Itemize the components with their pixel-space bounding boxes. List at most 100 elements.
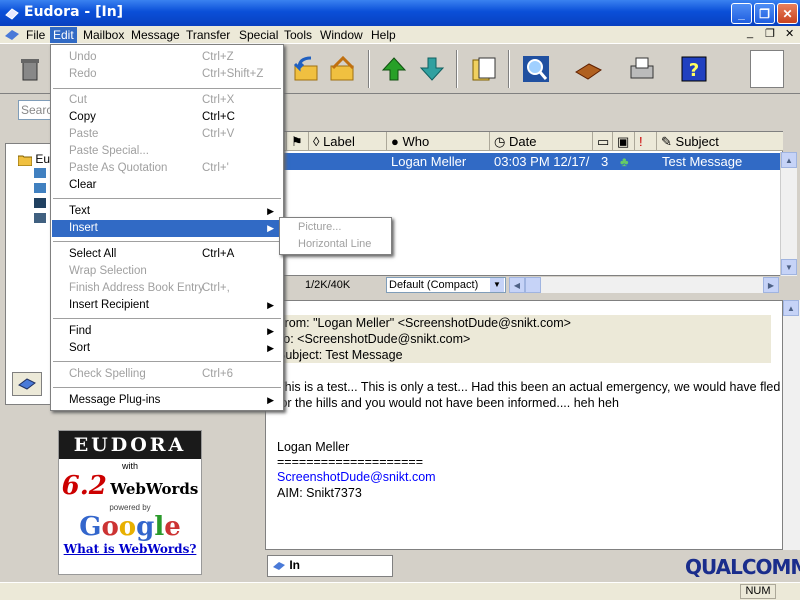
col-size[interactable]: ▭: [593, 132, 613, 151]
table-row[interactable]: Logan Meller 03:03 PM 12/17/ 3 ♣ Test Me…: [266, 153, 780, 170]
webwords-ad[interactable]: EUDORA with 6.2 WebWords powered by Goog…: [58, 430, 202, 575]
menu-item-find[interactable]: Find ▶: [52, 323, 282, 340]
menu-item-finish-address[interactable]: Finish Address Book Entry Ctrl+,: [52, 280, 282, 297]
pencil-icon: ✎: [661, 134, 672, 149]
signature-email-link[interactable]: ScreenshotDude@snikt.com: [277, 470, 436, 484]
attach-button[interactable]: [466, 50, 502, 88]
menu-item-message-plugins[interactable]: Message Plug-ins ▶: [52, 392, 282, 409]
ad-powered-by: powered by: [109, 503, 151, 512]
scroll-down-button[interactable]: ▼: [781, 259, 797, 275]
print-button[interactable]: [624, 50, 660, 88]
chevron-down-icon[interactable]: ▼: [490, 278, 504, 292]
menu-item-clear[interactable]: Clear: [52, 177, 282, 194]
redo-label: Redo: [69, 68, 97, 80]
mailbox-icon: [273, 561, 285, 570]
menu-separator: [53, 198, 281, 199]
mailbox-icons[interactable]: [30, 166, 48, 226]
what-is-webwords-link[interactable]: What is WebWords?: [59, 542, 201, 556]
menu-item-insert[interactable]: Insert ▶: [52, 220, 282, 237]
col-who[interactable]: ● Who: [387, 132, 490, 151]
col-attachment[interactable]: ⚑: [287, 132, 309, 151]
menu-item-cut[interactable]: Cut Ctrl+X: [52, 92, 282, 109]
menu-message[interactable]: Message: [128, 27, 183, 43]
col-date[interactable]: ◷ Date: [490, 132, 593, 151]
scroll-up-button[interactable]: ▲: [781, 152, 797, 168]
mdi-document-icon[interactable]: [4, 28, 20, 42]
menu-file[interactable]: File: [23, 27, 48, 43]
cut-label: Cut: [69, 94, 87, 106]
menu-window[interactable]: Window: [317, 27, 366, 43]
eudora-app-icon[interactable]: [4, 5, 20, 21]
mailbox-tab-in[interactable]: In: [267, 555, 393, 577]
menu-item-select-all[interactable]: Select All Ctrl+A: [52, 246, 282, 263]
menu-item-undo[interactable]: Undo Ctrl+Z: [52, 49, 282, 66]
message-subject: Test Message: [662, 154, 743, 169]
menu-item-sort[interactable]: Sort ▶: [52, 340, 282, 357]
menu-tools[interactable]: Tools: [281, 27, 315, 43]
message-plugins-label: Message Plug-ins: [69, 394, 161, 406]
submenu-item-horizontal-line[interactable]: Horizontal Line: [298, 238, 371, 250]
menu-item-paste-quotation[interactable]: Paste As Quotation Ctrl+': [52, 160, 282, 177]
menu-item-copy[interactable]: Copy Ctrl+C: [52, 109, 282, 126]
menu-item-insert-recipient[interactable]: Insert Recipient ▶: [52, 297, 282, 314]
preview-vertical-scrollbar[interactable]: ▲: [783, 300, 800, 550]
select-all-label: Select All: [69, 248, 117, 260]
maximize-button[interactable]: ❐: [754, 3, 775, 24]
header-to: To: <ScreenshotDude@snikt.com>: [277, 332, 471, 346]
menu-transfer[interactable]: Transfer: [183, 27, 233, 43]
mdi-close-button[interactable]: ✕: [785, 27, 794, 40]
menu-item-check-spelling[interactable]: Check Spelling Ctrl+6: [52, 366, 282, 383]
reply-all-button[interactable]: [324, 50, 360, 88]
signature-aim: AIM: Snikt7373: [277, 486, 362, 500]
next-message-button[interactable]: [414, 50, 450, 88]
col-label[interactable]: ◊ Label: [309, 132, 387, 151]
col-priority[interactable]: !: [635, 132, 657, 151]
finish-address-label: Finish Address Book Entry: [69, 282, 204, 294]
close-button[interactable]: ✕: [777, 3, 798, 24]
submenu-arrow-icon: ▶: [267, 395, 274, 405]
find-button[interactable]: [518, 50, 554, 88]
menu-separator: [53, 361, 281, 362]
menu-special[interactable]: Special: [236, 27, 281, 43]
col-subject[interactable]: ✎ Subject: [657, 132, 783, 151]
cut-shortcut: Ctrl+X: [202, 94, 235, 106]
body-line-2: for the hills and you would not have bee…: [277, 396, 619, 410]
submenu-arrow-icon: ▶: [267, 343, 274, 353]
menu-edit[interactable]: Edit: [50, 27, 77, 43]
menu-item-text[interactable]: Text ▶: [52, 203, 282, 220]
mailboxes-tab[interactable]: [12, 372, 42, 396]
submenu-arrow-icon: ▶: [267, 326, 274, 336]
minimize-button[interactable]: _: [731, 3, 752, 24]
view-select[interactable]: Default (Compact) ▼: [386, 277, 506, 293]
address-book-button[interactable]: [570, 50, 606, 88]
menu-item-paste[interactable]: Paste Ctrl+V: [52, 126, 282, 143]
previous-message-button[interactable]: [376, 50, 412, 88]
list-horizontal-scrollbar[interactable]: ◀ ▶: [509, 277, 779, 293]
submenu-item-picture[interactable]: Picture...: [298, 221, 341, 233]
mdi-restore-button[interactable]: ❐: [765, 27, 775, 40]
list-vertical-scrollbar[interactable]: ▲ ▼: [780, 152, 797, 276]
scroll-left-button[interactable]: ◀: [509, 277, 525, 293]
reply-button[interactable]: [288, 50, 324, 88]
menu-help[interactable]: Help: [368, 27, 399, 43]
paste-label: Paste: [69, 128, 99, 140]
menu-item-redo[interactable]: Redo Ctrl+Shift+Z: [52, 66, 282, 83]
mailbox-tab-icon: [18, 378, 36, 390]
col-server[interactable]: ▣: [613, 132, 635, 151]
green-up-arrow-icon: [381, 57, 407, 81]
trash-icon: [21, 59, 39, 81]
check-spelling-shortcut: Ctrl+6: [202, 368, 233, 380]
mailbox-size-info[interactable]: 1/2K/40K: [305, 279, 350, 291]
mdi-minimize-button[interactable]: _: [747, 27, 753, 39]
scroll-right-button[interactable]: ▶: [763, 277, 779, 293]
clear-label: Clear: [69, 179, 97, 191]
scroll-up-button[interactable]: ▲: [783, 300, 799, 316]
menu-item-paste-special[interactable]: Paste Special...: [52, 143, 282, 160]
title-bar: Eudora - [In] _ ❐ ✕: [0, 0, 800, 26]
help-button[interactable]: ?: [676, 50, 712, 88]
trash-button[interactable]: [12, 50, 48, 88]
menu-bar: File Edit Mailbox Message Transfer Speci…: [0, 26, 800, 44]
menu-mailbox[interactable]: Mailbox: [80, 27, 127, 43]
menu-item-wrap-selection[interactable]: Wrap Selection: [52, 263, 282, 280]
scroll-thumb[interactable]: [525, 277, 541, 293]
